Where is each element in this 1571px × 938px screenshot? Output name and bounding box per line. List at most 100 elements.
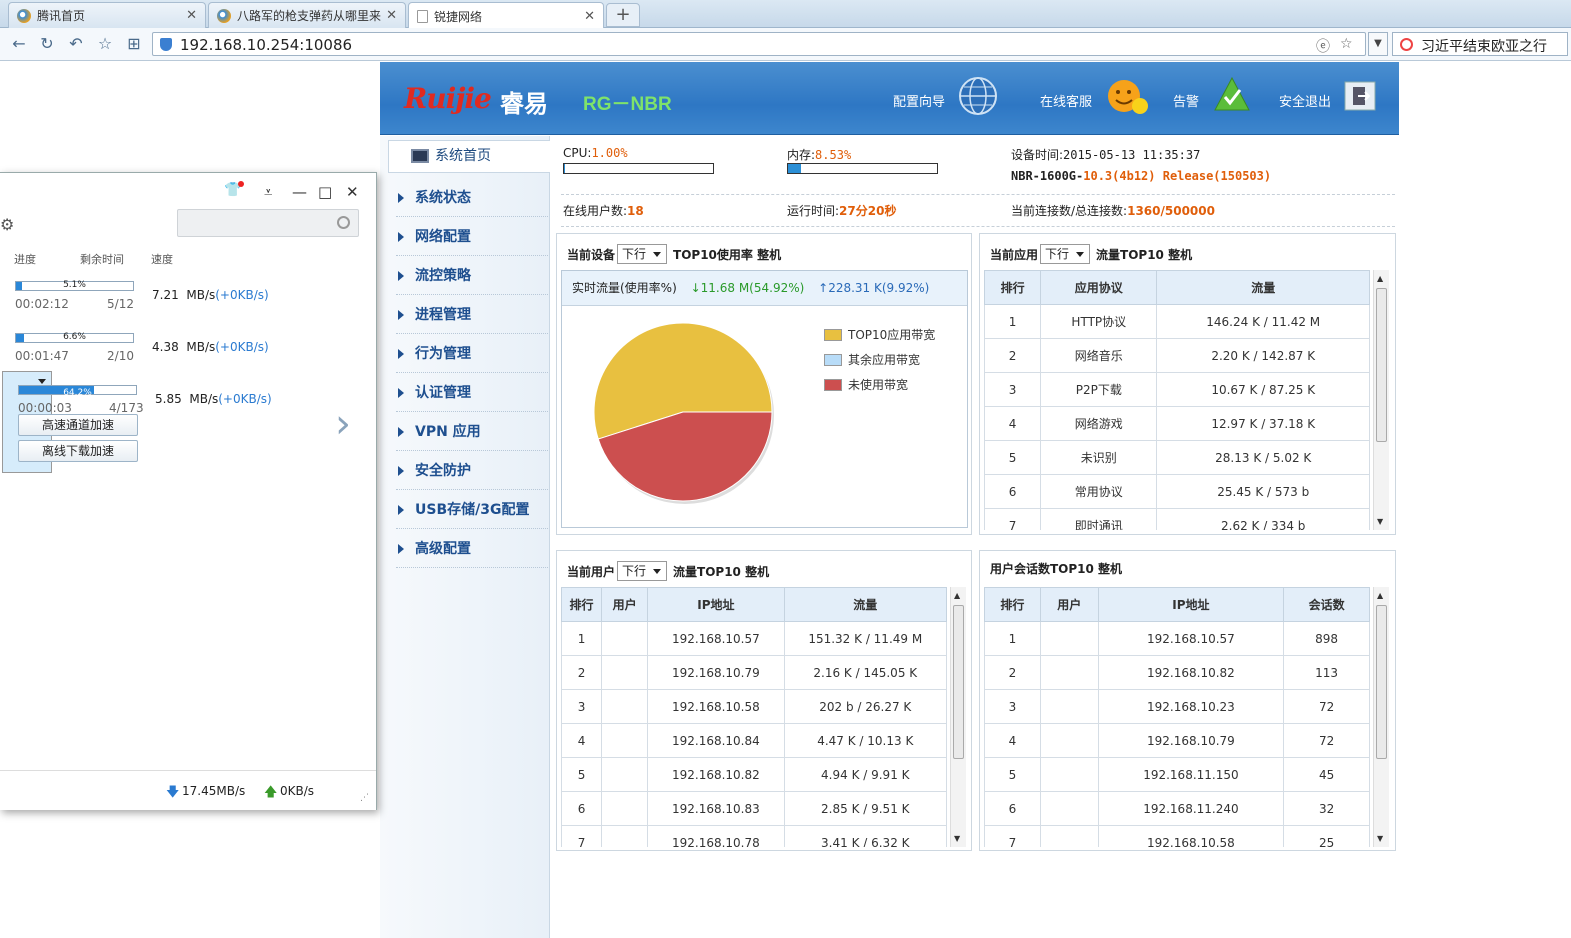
nav-system-home[interactable]: 系统首页	[388, 140, 550, 173]
nav-network-config[interactable]: 网络配置	[396, 218, 548, 256]
col-speed: 速度	[151, 253, 173, 266]
table-cell: 7	[561, 825, 603, 847]
url-text[interactable]: 192.168.10.254:10086	[180, 36, 352, 54]
logout-door-icon[interactable]	[1344, 81, 1376, 111]
app-table-scrollbar[interactable]: ▲ ▼	[1373, 270, 1389, 530]
table-row: 5 192.168.11.150 45	[984, 757, 1370, 792]
legend-other: 其余应用带宽	[824, 351, 920, 368]
bookmark-star-icon[interactable]: ☆	[1340, 36, 1353, 52]
alarm-link[interactable]: 告警	[1173, 91, 1199, 110]
table-row: 5 未识别 28.13 K / 5.02 K	[984, 440, 1370, 475]
table-cell: 32	[1283, 791, 1370, 826]
table-cell: 1	[561, 621, 603, 656]
table-row: 7 192.168.10.58 25	[984, 825, 1370, 847]
direction-select[interactable]: 下行	[617, 244, 668, 264]
table-row: 1 HTTP协议 146.24 K / 11.42 M	[984, 304, 1370, 339]
fast-channel-button[interactable]: 高速通道加速	[18, 414, 138, 436]
globe-icon[interactable]	[958, 76, 998, 116]
config-wizard-link[interactable]: 配置向导	[893, 91, 945, 110]
table-cell	[1039, 791, 1099, 826]
grid-apps-icon[interactable]: ⊞	[124, 34, 144, 54]
refresh-icon[interactable]: ↻	[37, 34, 57, 54]
new-tab-button[interactable]: +	[606, 3, 640, 27]
nav-security[interactable]: 安全防护	[396, 452, 548, 490]
cpu-status: CPU:1.00%	[563, 146, 628, 160]
settings-gear-icon[interactable]: ⚙	[0, 215, 14, 234]
table-cell	[601, 689, 649, 724]
table-row: 6 192.168.10.83 2.85 K / 9.51 K	[561, 791, 948, 826]
close-tab-icon[interactable]: ✕	[186, 8, 197, 23]
col-progress: 进度	[14, 253, 36, 266]
download-search-input[interactable]	[177, 209, 359, 237]
table-cell	[601, 723, 649, 758]
back-icon[interactable]: ←	[9, 34, 29, 54]
address-dropdown-icon[interactable]: ▼	[1368, 32, 1388, 56]
favorite-star-icon[interactable]: ☆	[95, 34, 115, 54]
close-icon[interactable]: ✕	[346, 183, 359, 201]
table-cell: 即时通讯	[1040, 508, 1158, 530]
browser-tab-3[interactable]: 锐捷网络 ✕	[408, 2, 604, 29]
nav-advanced[interactable]: 高级配置	[396, 530, 548, 568]
offline-download-button[interactable]: 离线下载加速	[18, 440, 138, 462]
tab-title: 八路军的枪支弹药从哪里来	[237, 9, 382, 23]
user-table-scrollbar[interactable]: ▲ ▼	[950, 587, 966, 847]
nav-auth-management[interactable]: 认证管理	[396, 374, 548, 412]
table-cell: 1	[984, 304, 1042, 339]
download-item-selected[interactable]: 64.2% 00:00:03 4/173 5.85 MB/s(+0KB/s) 高…	[2, 371, 272, 473]
nav-usb-3g[interactable]: USB存储/3G配置	[396, 491, 548, 529]
app-traffic-table: 排行 应用协议 流量 1 HTTP协议 146.24 K / 11.42 M 2 网络音乐 2.…	[984, 270, 1370, 530]
logout-link[interactable]: 安全退出	[1279, 91, 1331, 110]
direction-select[interactable]: 下行	[1040, 244, 1091, 264]
user-traffic-table: 排行 用户 IP地址 流量 1 192.168.10.57 151.32 K / 11.49…	[561, 587, 948, 847]
browser-tab-1[interactable]: 腾讯首页 ✕	[8, 2, 206, 28]
alarm-check-icon[interactable]	[1213, 76, 1251, 112]
nav-process-management[interactable]: 进程管理	[396, 296, 548, 334]
download-item[interactable]: 6.6% 00:01:47 2/10 4.38 MB/s(+0KB/s)	[0, 325, 376, 377]
table-cell: 网络音乐	[1040, 338, 1158, 373]
table-row: 7 192.168.10.78 3.41 K / 6.32 K	[561, 825, 948, 847]
table-cell: 2.20 K / 142.87 K	[1156, 338, 1370, 373]
scroll-thumb[interactable]	[953, 605, 964, 759]
direction-select[interactable]: 下行	[617, 561, 668, 581]
col-remaining: 剩余时间	[80, 253, 124, 266]
table-row: 4 192.168.10.79 72	[984, 723, 1370, 758]
scroll-thumb[interactable]	[1376, 288, 1387, 442]
download-item[interactable]: 5.1% 00:02:12 5/12 7.21 MB/s(+0KB/s)	[0, 273, 376, 325]
search-box[interactable]: 习近平结束欧亚之行	[1392, 32, 1568, 56]
browser-tab-2[interactable]: 八路军的枪支弹药从哪里来 ✕	[208, 2, 406, 28]
table-cell: 3	[984, 372, 1042, 407]
session-table-scrollbar[interactable]: ▲ ▼	[1373, 587, 1389, 847]
table-cell: 202 b / 26.27 K	[783, 689, 948, 724]
search-text[interactable]: 习近平结束欧亚之行	[1421, 36, 1547, 56]
table-cell: 4.94 K / 9.91 K	[783, 757, 948, 792]
nav-vpn[interactable]: VPN 应用	[396, 413, 548, 451]
table-cell: 192.168.10.23	[1097, 689, 1285, 724]
nav-system-status[interactable]: 系统状态	[396, 179, 548, 217]
close-tab-icon[interactable]: ✕	[386, 8, 397, 23]
online-support-link[interactable]: 在线客服	[1040, 91, 1092, 110]
address-bar[interactable]: 192.168.10.254:10086 ⓔ ☆	[152, 32, 1366, 56]
table-cell: 25	[1283, 825, 1370, 847]
panel-title: 当前用户 下行 流量TOP10 整机	[567, 561, 769, 581]
table-cell: 28.13 K / 5.02 K	[1156, 440, 1370, 475]
smiley-support-icon[interactable]	[1106, 76, 1150, 116]
resize-grip-icon[interactable]: ⋰	[360, 793, 369, 803]
menu-dropdown-icon[interactable]: ⩡	[264, 183, 272, 201]
table-cell: 192.168.10.84	[647, 723, 785, 758]
firmware-version: NBR-1600G-10.3(4b12) Release(150503)	[1011, 169, 1272, 183]
monitor-icon	[411, 149, 429, 163]
scroll-thumb[interactable]	[1376, 605, 1387, 759]
nav-behavior-management[interactable]: 行为管理	[396, 335, 548, 373]
table-cell: 常用协议	[1040, 474, 1158, 509]
maximize-icon[interactable]: □	[318, 183, 332, 201]
table-cell	[601, 791, 649, 826]
table-row: 4 192.168.10.84 4.47 K / 10.13 K	[561, 723, 948, 758]
table-cell: 10.67 K / 87.25 K	[1156, 372, 1370, 407]
ie-mode-icon[interactable]: ⓔ	[1316, 36, 1330, 56]
notification-dot	[238, 181, 244, 187]
close-tab-icon[interactable]: ✕	[584, 9, 595, 24]
chevron-right-icon[interactable]: ›	[335, 401, 351, 447]
minimize-icon[interactable]: —	[292, 183, 307, 201]
nav-flow-control[interactable]: 流控策略	[396, 257, 548, 295]
undo-close-icon[interactable]: ↶	[66, 34, 86, 54]
